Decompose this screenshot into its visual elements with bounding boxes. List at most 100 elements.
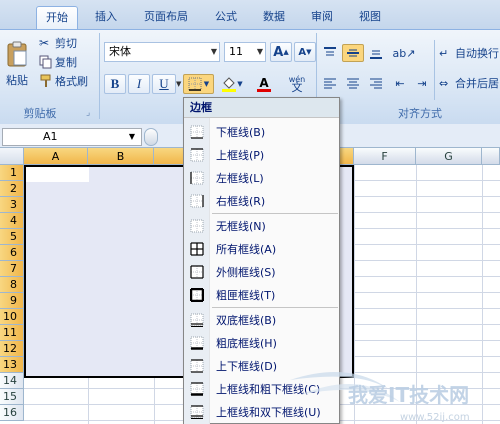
align-left-button[interactable] xyxy=(320,74,340,92)
row-header[interactable]: 16 xyxy=(0,405,24,421)
border-menu-item[interactable]: 双底框线(B) xyxy=(184,308,339,331)
name-box-value: A1 xyxy=(43,130,58,143)
row-header[interactable]: 15 xyxy=(0,389,24,405)
align-middle-button[interactable] xyxy=(342,44,364,62)
font-name-combo[interactable]: 宋体 ▼ xyxy=(104,42,220,62)
row-header[interactable]: 10 xyxy=(0,309,24,325)
fill-color-button[interactable]: ▼ xyxy=(218,74,246,94)
ribbon-tab-bar: 开始 插入 页面布局 公式 数据 审阅 视图 xyxy=(0,0,500,30)
merge-center-button[interactable]: ⇔ 合并后居 xyxy=(438,74,500,92)
align-top-button[interactable] xyxy=(320,44,340,62)
row-header[interactable]: 9 xyxy=(0,293,24,309)
name-box[interactable]: A1 ▼ xyxy=(2,128,142,146)
decrease-indent-icon: ⇤ xyxy=(395,76,405,90)
chevron-down-icon[interactable]: ▼ xyxy=(176,80,181,88)
border-icon xyxy=(188,77,202,91)
row-header[interactable]: 1 xyxy=(0,165,24,181)
border-menu-item[interactable]: 所有框线(A) xyxy=(184,237,339,260)
tab-home[interactable]: 开始 xyxy=(36,6,78,30)
row-header[interactable]: 3 xyxy=(0,197,24,213)
format-painter-button[interactable]: 格式刷 xyxy=(38,73,94,89)
align-bottom-button[interactable] xyxy=(366,44,386,62)
increase-indent-button[interactable]: ⇥ xyxy=(412,74,432,92)
row-header[interactable]: 8 xyxy=(0,277,24,293)
row-header[interactable]: 12 xyxy=(0,341,24,357)
align-bottom-icon xyxy=(370,50,382,59)
column-header-f[interactable]: F xyxy=(354,148,416,165)
cut-button[interactable]: ✂ 剪切 xyxy=(38,35,88,51)
align-right-button[interactable] xyxy=(366,74,386,92)
grow-font-button[interactable]: A ▲ xyxy=(270,42,292,62)
italic-button[interactable]: I xyxy=(128,74,150,94)
font-size-value: 11 xyxy=(229,45,243,58)
border-menu-item-label: 上框线(P) xyxy=(216,148,265,162)
grow-font-label: A xyxy=(273,44,284,60)
column-header-a[interactable]: A xyxy=(24,148,88,165)
no-border-icon xyxy=(184,219,210,233)
border-button[interactable]: ▼ xyxy=(183,74,214,94)
border-menu-item-label: 右框线(R) xyxy=(216,194,266,208)
dialog-launcher-icon[interactable]: ⌟ xyxy=(86,108,90,118)
tab-insert[interactable]: 插入 xyxy=(88,6,124,30)
underline-button[interactable]: U xyxy=(152,74,176,94)
tab-page-layout[interactable]: 页面布局 xyxy=(136,6,196,30)
wrap-text-button[interactable]: ↵ 自动换行 xyxy=(438,44,500,62)
orientation-button[interactable]: ab↗ xyxy=(390,44,418,62)
row-header[interactable]: 6 xyxy=(0,245,24,261)
font-size-combo[interactable]: 11 ▼ xyxy=(224,42,266,62)
active-cell[interactable] xyxy=(26,167,89,182)
format-painter-label: 格式刷 xyxy=(55,75,88,88)
align-left-icon xyxy=(324,78,336,89)
tab-formulas[interactable]: 公式 xyxy=(208,6,244,30)
watermark-url: www.52ij.com xyxy=(400,412,470,423)
shrink-font-button[interactable]: A ▼ xyxy=(294,42,316,62)
row-header[interactable]: 7 xyxy=(0,261,24,277)
border-menu-item[interactable]: 下框线(B) xyxy=(184,120,339,143)
tab-data[interactable]: 数据 xyxy=(256,6,292,30)
scissors-icon: ✂ xyxy=(39,36,50,50)
border-menu-item[interactable]: 上框线(P) xyxy=(184,143,339,166)
paste-label: 粘贴 xyxy=(6,74,28,87)
group-divider xyxy=(99,33,100,119)
phonetic-button[interactable]: wén 文 xyxy=(282,74,312,94)
copy-button[interactable]: 复制 xyxy=(38,54,88,70)
tab-review[interactable]: 审阅 xyxy=(304,6,340,30)
row-header[interactable]: 2 xyxy=(0,181,24,197)
bold-button[interactable]: B xyxy=(104,74,126,94)
border-menu-item[interactable]: 粗匣框线(T) xyxy=(184,283,339,306)
group-divider xyxy=(434,40,435,100)
column-header-g[interactable]: G xyxy=(416,148,482,165)
align-middle-icon xyxy=(347,49,359,57)
shrink-font-label: A xyxy=(298,46,307,58)
column-header-h[interactable] xyxy=(482,148,500,165)
right-border-icon xyxy=(184,194,210,208)
column-header-b[interactable]: B xyxy=(88,148,154,165)
paste-button[interactable]: 粘贴 xyxy=(2,34,32,94)
watermark-text: 我爱IT技术网 xyxy=(348,383,469,407)
font-color-button[interactable]: A xyxy=(250,74,278,94)
decrease-indent-button[interactable]: ⇤ xyxy=(390,74,410,92)
paintbrush-icon xyxy=(40,74,51,87)
row-header[interactable]: 13 xyxy=(0,357,24,373)
formula-bar-handle[interactable] xyxy=(144,128,158,146)
tab-view[interactable]: 视图 xyxy=(352,6,388,30)
border-menu-item[interactable]: 外侧框线(S) xyxy=(184,260,339,283)
chevron-down-icon: ▼ xyxy=(203,80,210,88)
row-header[interactable]: 14 xyxy=(0,373,24,389)
wrap-text-label: 自动换行 xyxy=(455,47,499,60)
border-menu-item[interactable]: 无框线(N) xyxy=(184,214,339,237)
row-header[interactable]: 5 xyxy=(0,229,24,245)
chevron-down-icon: ▼ xyxy=(256,47,263,56)
top-thick-bottom-border-icon xyxy=(184,381,210,396)
select-all-corner[interactable] xyxy=(0,148,24,165)
outside-borders-icon xyxy=(184,264,210,279)
border-menu-item-label: 下框线(B) xyxy=(216,125,266,139)
border-menu-item[interactable]: 右框线(R) xyxy=(184,189,339,212)
row-header[interactable]: 4 xyxy=(0,213,24,229)
row-header[interactable]: 11 xyxy=(0,325,24,341)
align-center-button[interactable] xyxy=(343,74,363,92)
border-menu-item-label: 粗匣框线(T) xyxy=(216,288,276,302)
wrap-text-icon: ↵ xyxy=(439,46,449,60)
border-menu-item[interactable]: 左框线(L) xyxy=(184,166,339,189)
chevron-down-icon[interactable]: ▼ xyxy=(129,129,135,145)
